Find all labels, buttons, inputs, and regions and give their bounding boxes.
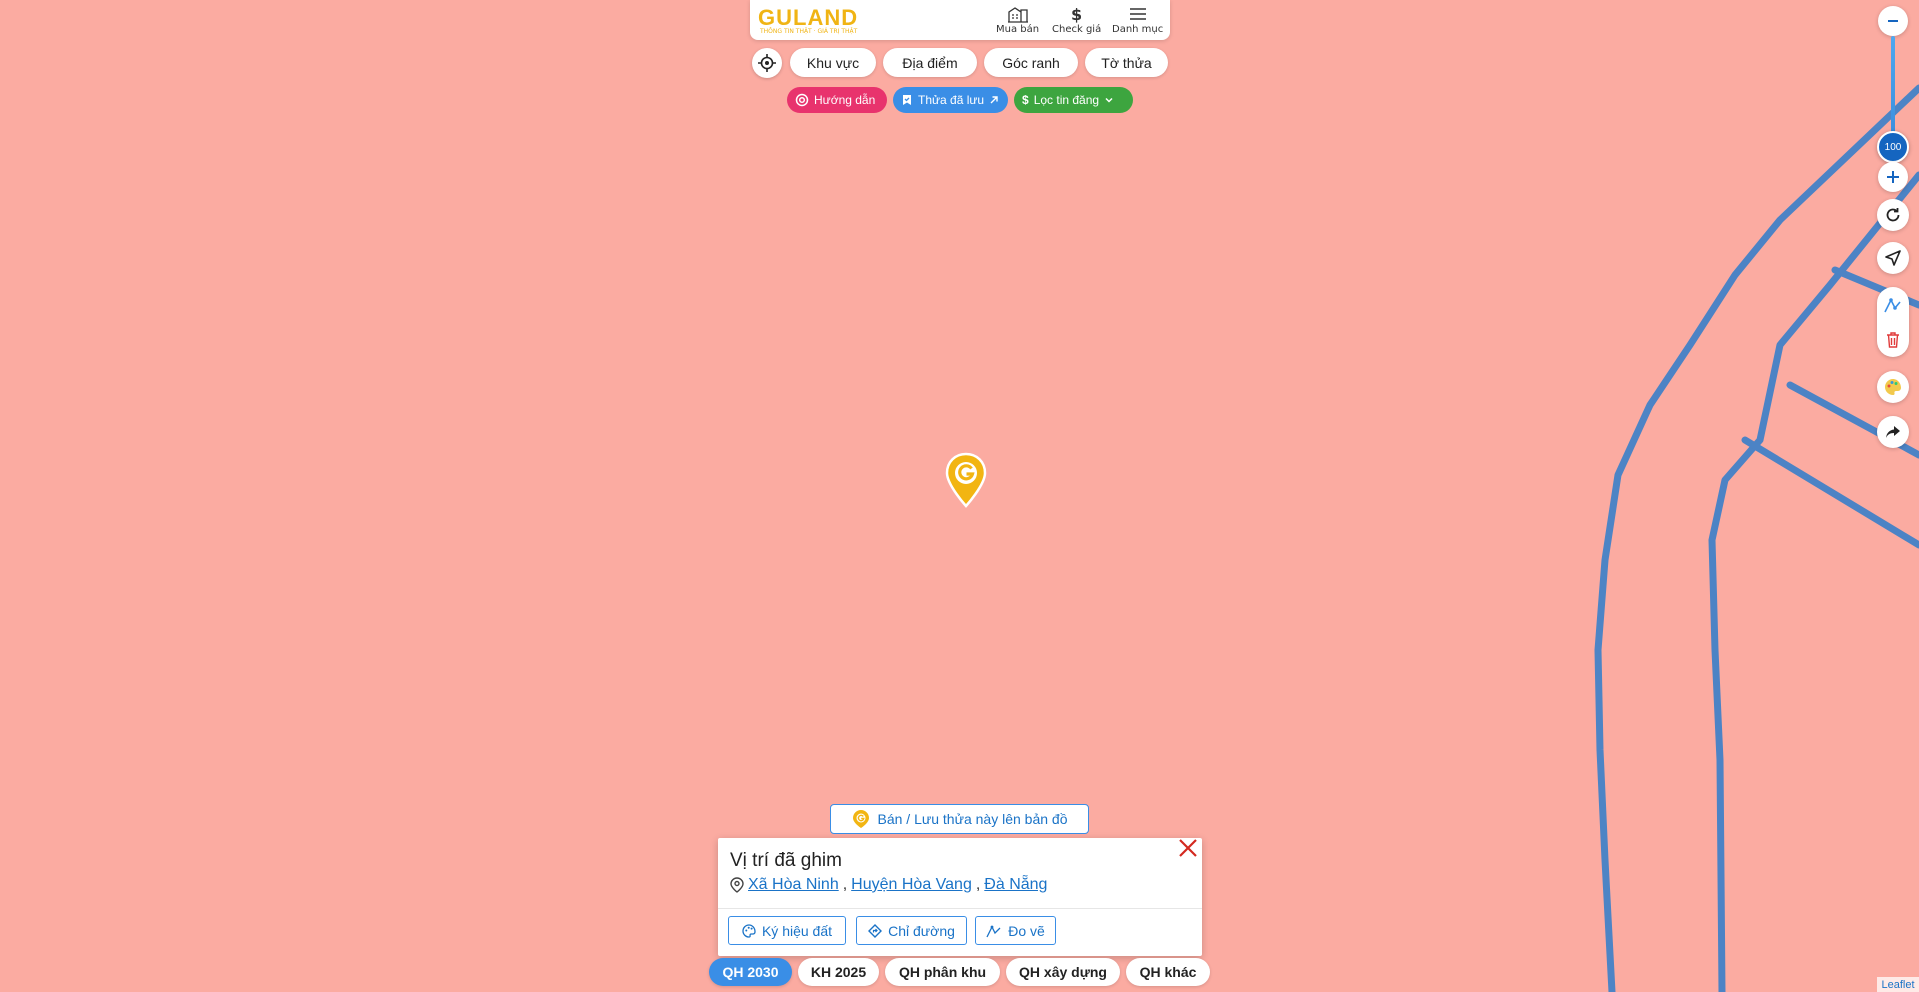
filter-listings-chip[interactable]: $ Lọc tin đăng (1014, 87, 1133, 113)
guide-label: Hướng dẫn (814, 93, 876, 107)
measure-label: Đo vẽ (1008, 922, 1045, 939)
measure-icon (986, 925, 1001, 937)
dollar-icon: $ (1071, 4, 1083, 24)
delete-drawing-button[interactable] (1877, 322, 1909, 357)
bookmark-check-icon (903, 95, 911, 105)
dollar-icon: $ (1022, 93, 1029, 107)
popup-title: Vị trí đã ghim (730, 850, 842, 871)
close-icon[interactable] (1178, 838, 1198, 862)
guide-chip[interactable]: Hướng dẫn (787, 87, 887, 113)
map-style-button[interactable] (1877, 371, 1909, 403)
nav-label: Mua bán (996, 24, 1040, 35)
location-pin-icon (730, 877, 744, 893)
nav-danh-muc[interactable]: Danh mục (1112, 4, 1163, 36)
top-header: GULAND THÔNG TIN THẬT · GIÁ TRỊ THẬT Mua… (750, 0, 1170, 40)
district-link[interactable]: Huyện Hòa Vang (851, 876, 972, 894)
map-pin-icon (945, 452, 987, 508)
pinned-location-marker[interactable] (944, 452, 988, 508)
measure-draw-button[interactable] (1877, 287, 1909, 322)
address-line: Xã Hòa Ninh, Huyện Hòa Vang, Đà Nẵng (730, 876, 1047, 894)
directions-label: Chỉ đường (888, 922, 955, 939)
plus-icon (1887, 171, 1899, 183)
navigation-arrow-icon (1885, 250, 1901, 266)
popup-divider (718, 908, 1202, 909)
saved-parcels-chip[interactable]: Thửa đã lưu (893, 87, 1008, 113)
refresh-button[interactable] (1877, 199, 1909, 231)
city-link[interactable]: Đà Nẵng (984, 876, 1047, 894)
menu-icon (1129, 4, 1147, 24)
tab-kh-2025[interactable]: KH 2025 (798, 958, 879, 986)
trash-icon (1887, 331, 1899, 348)
minus-icon (1888, 20, 1898, 22)
chevron-down-icon (1105, 97, 1113, 103)
logo-tagline: THÔNG TIN THẬT · GIÁ TRỊ THẬT (760, 28, 858, 35)
sell-save-label: Bán / Lưu thửa này lên bản đồ (877, 811, 1068, 827)
tab-to-thua[interactable]: Tờ thửa (1085, 48, 1168, 77)
measure-button[interactable]: Đo vẽ (975, 916, 1056, 945)
measure-icon (1884, 297, 1901, 312)
external-arrow-icon (990, 96, 998, 104)
tab-goc-ranh[interactable]: Góc ranh (984, 48, 1078, 77)
zoom-level-value: 100 (1884, 141, 1902, 153)
address-separator: , (975, 876, 981, 893)
saved-label: Thửa đã lưu (918, 93, 985, 107)
zoom-in-button[interactable] (1878, 162, 1908, 192)
land-symbol-label: Ký hiệu đất (761, 922, 833, 939)
zoom-level-handle[interactable]: 100 (1877, 131, 1909, 163)
zoom-out-button[interactable] (1878, 6, 1908, 36)
palette-icon (742, 923, 756, 938)
brand-logo[interactable]: GULAND THÔNG TIN THẬT · GIÁ TRỊ THẬT (758, 5, 878, 37)
leaflet-attribution[interactable]: Leaflet (1877, 977, 1919, 992)
navigate-button[interactable] (1877, 242, 1909, 274)
draw-tools-group (1877, 287, 1909, 357)
tab-qh-2030[interactable]: QH 2030 (709, 958, 792, 986)
address-separator: , (842, 876, 848, 893)
share-arrow-icon (1886, 426, 1900, 438)
commune-link[interactable]: Xã Hòa Ninh (748, 876, 839, 894)
crosshair-icon (758, 54, 776, 72)
directions-icon (868, 923, 883, 938)
palette-icon (1885, 379, 1901, 395)
nav-check-gia[interactable]: $ Check giá (1052, 4, 1101, 36)
nav-mua-ban[interactable]: Mua bán (996, 4, 1039, 36)
directions-button[interactable]: Chỉ đường (856, 916, 967, 945)
nav-label: Danh mục (1112, 24, 1164, 35)
zoom-slider-track[interactable] (1891, 36, 1895, 136)
lifebuoy-icon (795, 93, 809, 107)
refresh-icon (1886, 208, 1900, 222)
tab-qh-xay-dung[interactable]: QH xây dựng (1006, 958, 1120, 986)
filter-label: Lọc tin đăng (1033, 93, 1100, 107)
location-popup: Vị trí đã ghim Xã Hòa Ninh, Huyện Hòa Va… (718, 838, 1202, 956)
tab-qh-phan-khu[interactable]: QH phân khu (885, 958, 1000, 986)
nav-label: Check giá (1052, 24, 1102, 35)
share-button[interactable] (1877, 416, 1909, 448)
sell-save-parcel-button[interactable]: Bán / Lưu thửa này lên bản đồ (830, 804, 1089, 834)
land-symbol-button[interactable]: Ký hiệu đất (728, 916, 846, 945)
pin-badge-icon (852, 810, 869, 828)
locate-me-button[interactable] (752, 48, 782, 78)
buildings-icon (1007, 4, 1029, 24)
tab-khu-vuc[interactable]: Khu vực (790, 48, 876, 77)
tab-dia-diem[interactable]: Địa điểm (883, 48, 977, 77)
tab-qh-khac[interactable]: QH khác (1126, 958, 1210, 986)
